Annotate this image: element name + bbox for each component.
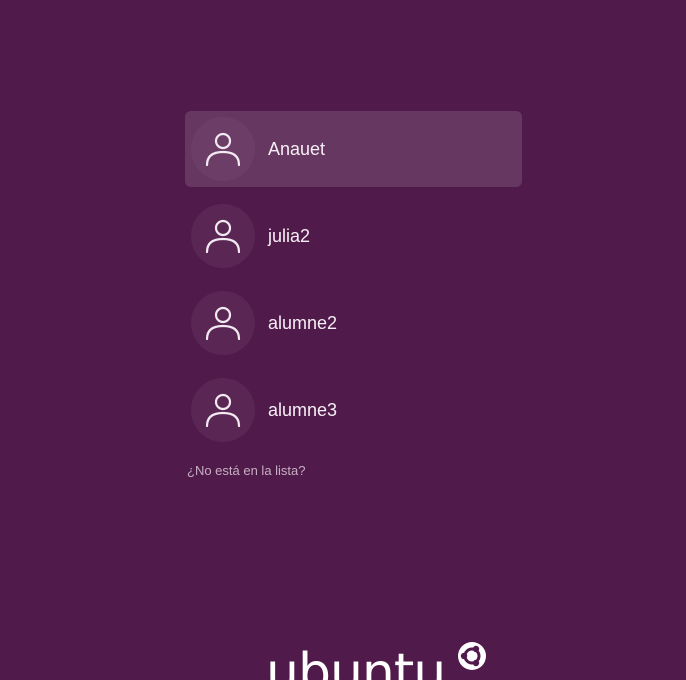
user-name: alumne2 (268, 313, 338, 333)
circle-of-friends-icon (458, 642, 486, 670)
user-row-alumne2[interactable]: alumne2 (185, 285, 522, 361)
user-icon (205, 393, 241, 428)
logo-text: ubuntu (266, 643, 445, 680)
user-icon (205, 132, 241, 167)
user-row-anauet[interactable]: Anauet (185, 111, 522, 187)
user-icon (205, 219, 241, 254)
ubuntu-logo: ubuntu (266, 640, 488, 680)
user-icon (205, 306, 241, 341)
avatar (191, 204, 255, 268)
user-name: alumne3 (268, 400, 338, 420)
user-row-julia2[interactable]: julia2 (185, 198, 522, 274)
not-listed-link[interactable]: ¿No está en la lista? (187, 463, 306, 478)
avatar (191, 378, 255, 442)
user-name: julia2 (268, 226, 311, 246)
user-name: Anauet (268, 139, 326, 159)
avatar (191, 291, 255, 355)
avatar (191, 117, 255, 181)
user-list: Anauet julia2 alumne2 alumne3 (185, 111, 522, 459)
user-row-alumne3[interactable]: alumne3 (185, 372, 522, 448)
